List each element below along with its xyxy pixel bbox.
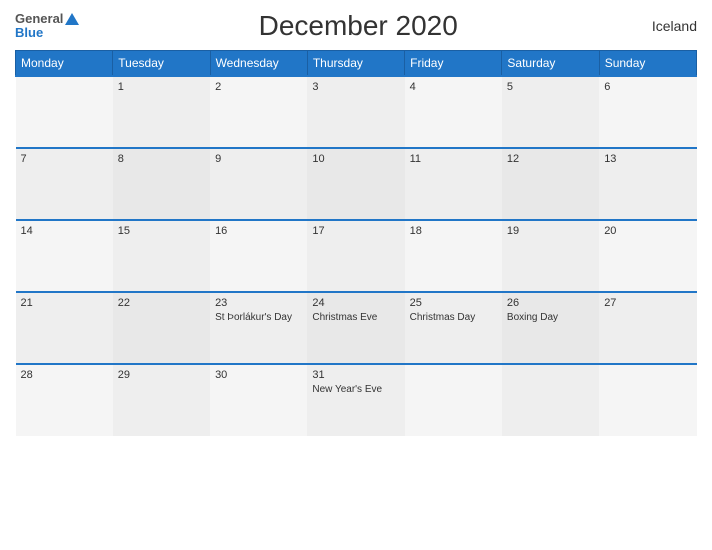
calendar-day-cell: 29	[113, 364, 210, 436]
calendar-week-row: 789 10 11 12 13	[16, 148, 697, 220]
country-label: Iceland	[637, 18, 697, 34]
day-number: 12	[507, 153, 594, 165]
calendar-day-cell: 16	[210, 220, 307, 292]
day-number: 28	[21, 369, 108, 381]
day-number: 4	[410, 81, 497, 93]
header-monday: Monday	[16, 51, 113, 77]
logo-blue-text: Blue	[15, 26, 43, 40]
calendar-day-cell: 1	[113, 76, 210, 148]
day-number: 19	[507, 225, 594, 237]
day-number: 17	[312, 225, 399, 237]
day-number: 25	[410, 297, 497, 309]
day-number: 31	[312, 369, 399, 381]
calendar-day-cell: 11	[405, 148, 502, 220]
logo-triangle-icon	[65, 13, 79, 25]
calendar-day-cell: 17	[307, 220, 404, 292]
calendar-table: Monday Tuesday Wednesday Thursday Friday…	[15, 50, 697, 436]
logo: General Blue	[15, 12, 79, 41]
day-number: 24	[312, 297, 399, 309]
calendar-day-cell: 27	[599, 292, 696, 364]
day-number: 7	[21, 153, 108, 165]
calendar-day-cell: 9	[210, 148, 307, 220]
holiday-label: St Þorlákur's Day	[215, 311, 302, 324]
calendar-week-row: 123456	[16, 76, 697, 148]
calendar-day-cell: 13	[599, 148, 696, 220]
day-number: 3	[312, 81, 399, 93]
calendar-day-cell: 10	[307, 148, 404, 220]
calendar-day-cell: 18	[405, 220, 502, 292]
header-friday: Friday	[405, 51, 502, 77]
day-number: 27	[604, 297, 691, 309]
calendar-day-cell	[16, 76, 113, 148]
header-wednesday: Wednesday	[210, 51, 307, 77]
calendar-day-cell: 21	[16, 292, 113, 364]
header-thursday: Thursday	[307, 51, 404, 77]
holiday-label: Christmas Eve	[312, 311, 399, 324]
calendar-week-row: 28 29 30 31 New Year's Eve	[16, 364, 697, 436]
day-number: 2	[215, 81, 302, 93]
day-number: 6	[604, 81, 691, 93]
day-number: 23	[215, 297, 302, 309]
holiday-label: Boxing Day	[507, 311, 594, 324]
header-saturday: Saturday	[502, 51, 599, 77]
day-number: 15	[118, 225, 205, 237]
calendar-day-cell: 5	[502, 76, 599, 148]
calendar-day-cell: 30	[210, 364, 307, 436]
day-number: 20	[604, 225, 691, 237]
holiday-label: New Year's Eve	[312, 383, 399, 396]
calendar-day-cell: 14	[16, 220, 113, 292]
calendar-day-cell: 2	[210, 76, 307, 148]
day-number: 18	[410, 225, 497, 237]
calendar-day-cell: 7	[16, 148, 113, 220]
calendar-day-cell	[502, 364, 599, 436]
calendar-day-cell: 24 Christmas Eve	[307, 292, 404, 364]
calendar-day-cell: 8	[113, 148, 210, 220]
day-number: 16	[215, 225, 302, 237]
logo-general-text: General	[15, 12, 79, 26]
day-number: 11	[410, 153, 497, 165]
calendar-wrapper: General Blue December 2020 Iceland Monda…	[0, 0, 712, 550]
calendar-day-cell	[405, 364, 502, 436]
day-number: 22	[118, 297, 205, 309]
day-number: 30	[215, 369, 302, 381]
day-number: 10	[312, 153, 399, 165]
calendar-day-cell: 6	[599, 76, 696, 148]
day-number: 9	[215, 153, 302, 165]
calendar-day-cell: 23 St Þorlákur's Day	[210, 292, 307, 364]
calendar-day-cell: 31 New Year's Eve	[307, 364, 404, 436]
day-number: 26	[507, 297, 594, 309]
calendar-week-row: 21 22 23 St Þorlákur's Day 24 Christmas Eve 25…	[16, 292, 697, 364]
header-tuesday: Tuesday	[113, 51, 210, 77]
calendar-day-cell: 15	[113, 220, 210, 292]
calendar-week-row: 14 15 16 17 18 19 20	[16, 220, 697, 292]
calendar-day-cell: 4	[405, 76, 502, 148]
day-number: 5	[507, 81, 594, 93]
day-number: 14	[21, 225, 108, 237]
day-number: 13	[604, 153, 691, 165]
holiday-label: Christmas Day	[410, 311, 497, 324]
day-number: 1	[118, 81, 205, 93]
day-number: 8	[118, 153, 205, 165]
calendar-day-cell: 25 Christmas Day	[405, 292, 502, 364]
weekday-header-row: Monday Tuesday Wednesday Thursday Friday…	[16, 51, 697, 77]
calendar-header: General Blue December 2020 Iceland	[15, 10, 697, 42]
calendar-day-cell: 12	[502, 148, 599, 220]
calendar-day-cell: 22	[113, 292, 210, 364]
calendar-title: December 2020	[79, 10, 637, 42]
calendar-day-cell	[599, 364, 696, 436]
day-number: 29	[118, 369, 205, 381]
calendar-day-cell: 26 Boxing Day	[502, 292, 599, 364]
calendar-day-cell: 20	[599, 220, 696, 292]
calendar-day-cell: 28	[16, 364, 113, 436]
header-sunday: Sunday	[599, 51, 696, 77]
day-number: 21	[21, 297, 108, 309]
calendar-day-cell: 19	[502, 220, 599, 292]
calendar-day-cell: 3	[307, 76, 404, 148]
